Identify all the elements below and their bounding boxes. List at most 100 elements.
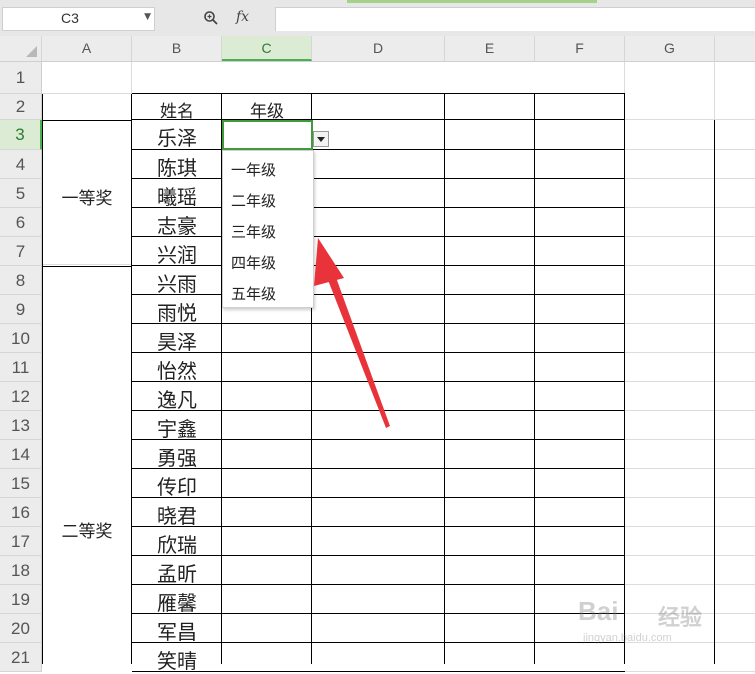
grid-line (131, 62, 132, 94)
column-header-a[interactable]: A (42, 36, 132, 61)
row-header-16[interactable]: 16 (0, 498, 42, 527)
grid-line (42, 266, 132, 267)
name-cell[interactable]: 欣瑞 (132, 529, 222, 558)
name-cell[interactable]: 乐泽 (132, 122, 222, 151)
row-header-8[interactable]: 8 (0, 266, 42, 295)
dropdown-arrow-button[interactable] (313, 131, 329, 147)
grid-line (444, 94, 445, 664)
grid-line (624, 94, 625, 664)
row-header-13[interactable]: 13 (0, 411, 42, 440)
grid-line (625, 410, 755, 411)
header-grade-cell[interactable]: 年级 (222, 97, 312, 122)
name-cell[interactable]: 雨悦 (132, 297, 222, 326)
column-header-d[interactable]: D (312, 36, 445, 61)
column-header-e[interactable]: E (445, 36, 535, 61)
grid-line (625, 178, 755, 179)
row-header-17[interactable]: 17 (0, 527, 42, 556)
row-header-14[interactable]: 14 (0, 440, 42, 469)
grid-line (625, 497, 755, 498)
name-cell[interactable]: 陈琪 (132, 152, 222, 181)
select-all-corner[interactable] (0, 36, 42, 61)
annotation-arrow-icon (314, 238, 390, 428)
grid-line (625, 352, 755, 353)
grid-line (625, 236, 755, 237)
row-header-20[interactable]: 20 (0, 614, 42, 643)
column-header-g[interactable]: G (625, 36, 715, 61)
grid-line (534, 94, 535, 664)
row-header-6[interactable]: 6 (0, 208, 42, 237)
row-header-12[interactable]: 12 (0, 382, 42, 411)
name-cell[interactable]: 兴雨 (132, 268, 222, 297)
award-second-cell[interactable]: 二等奖 (42, 517, 132, 542)
grid-line (625, 149, 755, 150)
grid-line (625, 294, 755, 295)
name-box-value: C3 (61, 10, 79, 26)
name-cell[interactable]: 勇强 (132, 442, 222, 471)
row-header-15[interactable]: 15 (0, 469, 42, 498)
column-header-c[interactable]: C (222, 36, 312, 61)
name-cell[interactable]: 怡然 (132, 355, 222, 384)
name-cell[interactable]: 军昌 (132, 616, 222, 645)
name-cell[interactable]: 晓君 (132, 500, 222, 529)
name-cell[interactable]: 传印 (132, 471, 222, 500)
watermark-text: 经验 (658, 606, 703, 631)
grid-line (714, 120, 715, 664)
chevron-down-icon[interactable]: ▼ (144, 12, 151, 22)
grid-line (625, 207, 755, 208)
name-cell[interactable]: 曦瑶 (132, 181, 222, 210)
row-header-5[interactable]: 5 (0, 179, 42, 208)
caret-down-icon (317, 137, 325, 142)
row-header-3[interactable]: 3 (0, 120, 42, 150)
formula-input[interactable] (275, 7, 755, 31)
dropdown-option[interactable]: 一年级 (231, 159, 276, 180)
grid-line (624, 62, 625, 94)
grid-line (42, 94, 43, 664)
dropdown-option[interactable]: 三年级 (231, 221, 276, 242)
zoom-icon[interactable] (203, 10, 221, 28)
row-header-21[interactable]: 21 (0, 643, 42, 672)
grid-line (625, 439, 755, 440)
name-cell[interactable]: 笑晴 (132, 645, 222, 674)
name-cell[interactable]: 兴润 (132, 239, 222, 268)
dropdown-option[interactable]: 四年级 (231, 252, 276, 273)
grid-line (625, 265, 755, 266)
grid-line (625, 671, 755, 672)
tab-indicator (347, 0, 597, 3)
row-header-11[interactable]: 11 (0, 353, 42, 382)
grid-line (625, 381, 755, 382)
name-cell[interactable]: 志豪 (132, 210, 222, 239)
row-header-2[interactable]: 2 (0, 94, 42, 120)
name-cell[interactable]: 逸凡 (132, 384, 222, 413)
grid-line (42, 264, 132, 265)
fx-icon[interactable]: fx (236, 9, 249, 25)
name-cell[interactable]: 孟昕 (132, 558, 222, 587)
row-header-7[interactable]: 7 (0, 237, 42, 266)
name-cell[interactable]: 雁馨 (132, 587, 222, 616)
name-cell[interactable]: 宇鑫 (132, 413, 222, 442)
row-header-10[interactable]: 10 (0, 324, 42, 353)
column-header-bar: A B C D E F G (0, 36, 755, 62)
row-header-4[interactable]: 4 (0, 150, 42, 179)
grid-line (625, 468, 755, 469)
grid-line (625, 119, 755, 120)
row-header-9[interactable]: 9 (0, 295, 42, 324)
dropdown-option[interactable]: 五年级 (231, 283, 276, 304)
row-header-1[interactable]: 1 (0, 62, 42, 94)
grid-line (625, 323, 755, 324)
selected-cell-c3[interactable] (222, 120, 313, 150)
grid-line (42, 93, 132, 94)
row-header-19[interactable]: 19 (0, 585, 42, 614)
grid-line (625, 584, 755, 585)
grid-line (42, 120, 132, 121)
watermark-url: jingyan.baidu.com (583, 632, 672, 644)
column-header-f[interactable]: F (535, 36, 625, 61)
header-name-cell[interactable]: 姓名 (132, 97, 222, 122)
name-cell[interactable]: 昊泽 (132, 326, 222, 355)
grid-line (132, 93, 625, 94)
name-box[interactable]: C3 ▼ (2, 7, 155, 31)
award-first-cell[interactable]: 一等奖 (42, 184, 132, 209)
watermark-logo: Bai (578, 596, 619, 626)
dropdown-option[interactable]: 二年级 (231, 190, 276, 211)
row-header-18[interactable]: 18 (0, 556, 42, 585)
column-header-b[interactable]: B (132, 36, 222, 61)
